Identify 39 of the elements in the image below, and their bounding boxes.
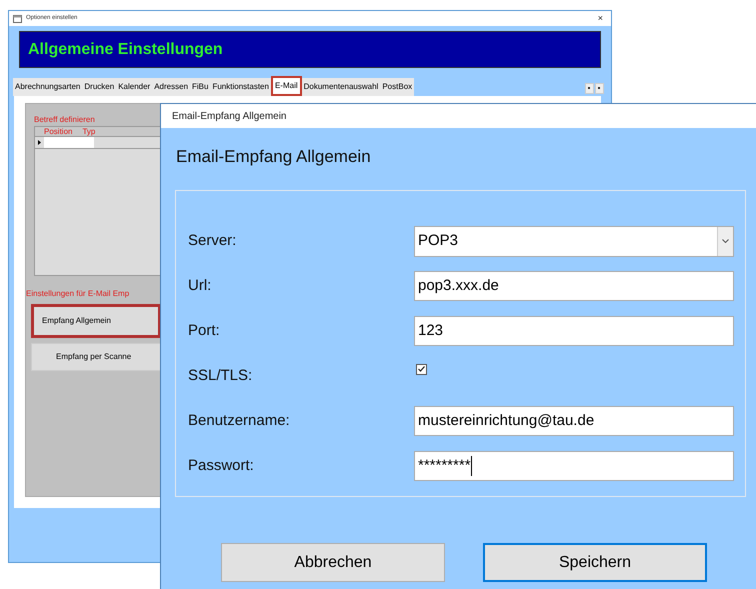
close-button[interactable]: × <box>594 14 607 23</box>
tab[interactable]: Dokumentenauswahl <box>302 78 380 96</box>
tab[interactable]: E-Mail <box>270 76 302 96</box>
section-title: Betreff definieren <box>34 115 95 124</box>
header-title: Allgemeine Einstellungen <box>28 40 223 60</box>
tab[interactable]: Kalender <box>116 78 152 96</box>
field-label: Server: <box>188 230 238 251</box>
input-field[interactable]: ********* <box>414 451 734 481</box>
field-label: Port: <box>188 320 221 341</box>
tab[interactable]: Abrechnungsarten <box>13 78 82 96</box>
tab[interactable]: Funktionstasten <box>210 78 271 96</box>
window-icon <box>13 14 22 22</box>
receive-button[interactable]: Empfang Allgemein <box>31 304 161 338</box>
tab[interactable]: FiBu <box>190 78 210 96</box>
field-label: Url: <box>188 276 212 296</box>
section-title: Einstellungen für E-Mail Emp <box>26 289 130 298</box>
column-header: Typ <box>82 127 96 136</box>
receive-button[interactable]: Empfang per Scanne <box>31 343 161 371</box>
server-dropdown[interactable]: POP3 <box>414 226 734 256</box>
tab[interactable]: Adressen <box>152 78 190 96</box>
tab[interactable]: Drucken <box>82 78 116 96</box>
ssl-checkbox[interactable] <box>416 364 427 374</box>
check-icon <box>418 366 425 372</box>
dialog-title: Email-Empfang Allgemein <box>172 110 286 124</box>
grid-cell[interactable] <box>44 137 94 148</box>
field-label: SSL/TLS: <box>188 366 254 386</box>
row-marker-icon <box>38 140 41 145</box>
scroll-right-button[interactable] <box>595 83 604 94</box>
dialog-heading: Email-Empfang Allgemein <box>176 147 371 166</box>
dialog-button[interactable]: Abbrechen <box>221 543 445 582</box>
field-label: Passwort: <box>188 456 255 476</box>
input-field[interactable]: pop3.xxx.de <box>414 271 734 301</box>
field-label: Benutzername: <box>188 410 291 431</box>
column-header: Position <box>44 127 72 136</box>
input-field[interactable]: 123 <box>414 316 734 346</box>
input-field[interactable]: mustereinrichtung@tau.de <box>414 406 734 436</box>
tab[interactable]: PostBox <box>380 78 414 96</box>
dialog-button[interactable]: Speichern <box>483 543 707 582</box>
scroll-left-button[interactable] <box>585 83 594 94</box>
